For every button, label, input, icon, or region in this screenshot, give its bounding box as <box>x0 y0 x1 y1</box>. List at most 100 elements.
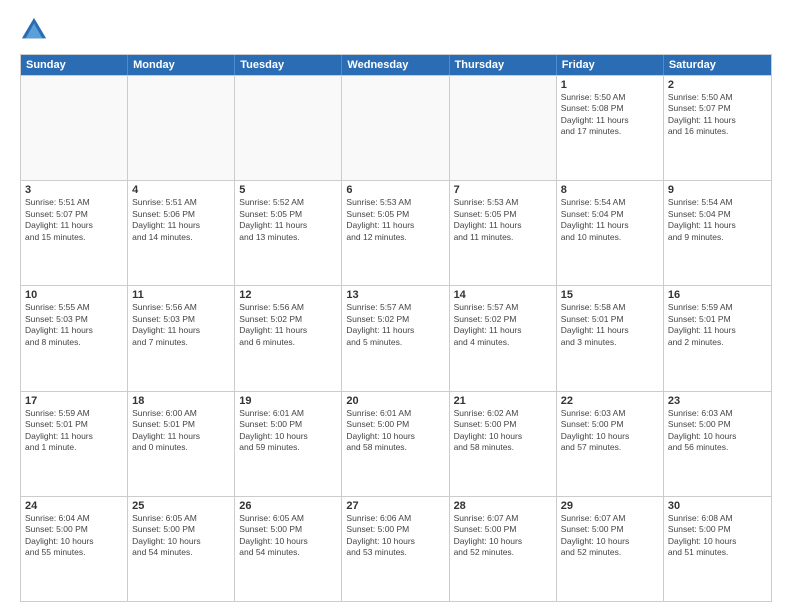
day-info: Sunrise: 6:06 AM Sunset: 5:00 PM Dayligh… <box>346 513 444 559</box>
cal-cell: 12Sunrise: 5:56 AM Sunset: 5:02 PM Dayli… <box>235 286 342 390</box>
day-info: Sunrise: 6:05 AM Sunset: 5:00 PM Dayligh… <box>239 513 337 559</box>
day-info: Sunrise: 6:04 AM Sunset: 5:00 PM Dayligh… <box>25 513 123 559</box>
cal-cell: 25Sunrise: 6:05 AM Sunset: 5:00 PM Dayli… <box>128 497 235 601</box>
day-number: 18 <box>132 395 230 407</box>
day-info: Sunrise: 5:56 AM Sunset: 5:03 PM Dayligh… <box>132 302 230 348</box>
cal-cell: 29Sunrise: 6:07 AM Sunset: 5:00 PM Dayli… <box>557 497 664 601</box>
day-number: 2 <box>668 79 767 91</box>
cal-header-thursday: Thursday <box>450 55 557 75</box>
day-info: Sunrise: 5:54 AM Sunset: 5:04 PM Dayligh… <box>668 197 767 243</box>
day-number: 29 <box>561 500 659 512</box>
cal-week-1: 1Sunrise: 5:50 AM Sunset: 5:08 PM Daylig… <box>21 75 771 180</box>
cal-cell <box>342 76 449 180</box>
cal-week-5: 24Sunrise: 6:04 AM Sunset: 5:00 PM Dayli… <box>21 496 771 601</box>
day-number: 4 <box>132 184 230 196</box>
page: SundayMondayTuesdayWednesdayThursdayFrid… <box>0 0 792 612</box>
cal-cell: 27Sunrise: 6:06 AM Sunset: 5:00 PM Dayli… <box>342 497 449 601</box>
day-number: 25 <box>132 500 230 512</box>
day-info: Sunrise: 6:02 AM Sunset: 5:00 PM Dayligh… <box>454 408 552 454</box>
day-number: 10 <box>25 289 123 301</box>
cal-header-friday: Friday <box>557 55 664 75</box>
calendar-body: 1Sunrise: 5:50 AM Sunset: 5:08 PM Daylig… <box>21 75 771 601</box>
cal-cell: 21Sunrise: 6:02 AM Sunset: 5:00 PM Dayli… <box>450 392 557 496</box>
day-info: Sunrise: 5:57 AM Sunset: 5:02 PM Dayligh… <box>454 302 552 348</box>
cal-cell: 30Sunrise: 6:08 AM Sunset: 5:00 PM Dayli… <box>664 497 771 601</box>
cal-cell: 24Sunrise: 6:04 AM Sunset: 5:00 PM Dayli… <box>21 497 128 601</box>
calendar-header-row: SundayMondayTuesdayWednesdayThursdayFrid… <box>21 55 771 75</box>
cal-cell: 13Sunrise: 5:57 AM Sunset: 5:02 PM Dayli… <box>342 286 449 390</box>
cal-cell: 28Sunrise: 6:07 AM Sunset: 5:00 PM Dayli… <box>450 497 557 601</box>
day-info: Sunrise: 5:59 AM Sunset: 5:01 PM Dayligh… <box>25 408 123 454</box>
day-number: 11 <box>132 289 230 301</box>
day-number: 17 <box>25 395 123 407</box>
day-number: 13 <box>346 289 444 301</box>
day-info: Sunrise: 5:54 AM Sunset: 5:04 PM Dayligh… <box>561 197 659 243</box>
cal-cell: 7Sunrise: 5:53 AM Sunset: 5:05 PM Daylig… <box>450 181 557 285</box>
day-number: 14 <box>454 289 552 301</box>
day-info: Sunrise: 6:03 AM Sunset: 5:00 PM Dayligh… <box>668 408 767 454</box>
cal-cell: 4Sunrise: 5:51 AM Sunset: 5:06 PM Daylig… <box>128 181 235 285</box>
cal-cell: 14Sunrise: 5:57 AM Sunset: 5:02 PM Dayli… <box>450 286 557 390</box>
day-info: Sunrise: 6:07 AM Sunset: 5:00 PM Dayligh… <box>561 513 659 559</box>
cal-cell: 5Sunrise: 5:52 AM Sunset: 5:05 PM Daylig… <box>235 181 342 285</box>
day-number: 3 <box>25 184 123 196</box>
day-info: Sunrise: 5:57 AM Sunset: 5:02 PM Dayligh… <box>346 302 444 348</box>
cal-cell: 10Sunrise: 5:55 AM Sunset: 5:03 PM Dayli… <box>21 286 128 390</box>
cal-cell: 22Sunrise: 6:03 AM Sunset: 5:00 PM Dayli… <box>557 392 664 496</box>
day-info: Sunrise: 5:50 AM Sunset: 5:07 PM Dayligh… <box>668 92 767 138</box>
cal-cell: 18Sunrise: 6:00 AM Sunset: 5:01 PM Dayli… <box>128 392 235 496</box>
day-info: Sunrise: 5:56 AM Sunset: 5:02 PM Dayligh… <box>239 302 337 348</box>
cal-header-saturday: Saturday <box>664 55 771 75</box>
day-number: 20 <box>346 395 444 407</box>
cal-cell <box>21 76 128 180</box>
cal-cell: 26Sunrise: 6:05 AM Sunset: 5:00 PM Dayli… <box>235 497 342 601</box>
day-number: 1 <box>561 79 659 91</box>
cal-week-2: 3Sunrise: 5:51 AM Sunset: 5:07 PM Daylig… <box>21 180 771 285</box>
day-info: Sunrise: 5:50 AM Sunset: 5:08 PM Dayligh… <box>561 92 659 138</box>
cal-cell <box>235 76 342 180</box>
cal-cell: 11Sunrise: 5:56 AM Sunset: 5:03 PM Dayli… <box>128 286 235 390</box>
cal-cell <box>128 76 235 180</box>
day-info: Sunrise: 6:01 AM Sunset: 5:00 PM Dayligh… <box>239 408 337 454</box>
cal-cell: 3Sunrise: 5:51 AM Sunset: 5:07 PM Daylig… <box>21 181 128 285</box>
day-number: 5 <box>239 184 337 196</box>
day-number: 21 <box>454 395 552 407</box>
cal-cell: 9Sunrise: 5:54 AM Sunset: 5:04 PM Daylig… <box>664 181 771 285</box>
day-number: 22 <box>561 395 659 407</box>
day-info: Sunrise: 6:08 AM Sunset: 5:00 PM Dayligh… <box>668 513 767 559</box>
day-info: Sunrise: 5:53 AM Sunset: 5:05 PM Dayligh… <box>454 197 552 243</box>
day-number: 9 <box>668 184 767 196</box>
logo <box>20 16 52 44</box>
day-number: 7 <box>454 184 552 196</box>
cal-header-tuesday: Tuesday <box>235 55 342 75</box>
day-number: 16 <box>668 289 767 301</box>
cal-cell <box>450 76 557 180</box>
day-number: 6 <box>346 184 444 196</box>
header <box>20 16 772 44</box>
day-number: 30 <box>668 500 767 512</box>
day-info: Sunrise: 5:52 AM Sunset: 5:05 PM Dayligh… <box>239 197 337 243</box>
day-info: Sunrise: 5:55 AM Sunset: 5:03 PM Dayligh… <box>25 302 123 348</box>
cal-cell: 6Sunrise: 5:53 AM Sunset: 5:05 PM Daylig… <box>342 181 449 285</box>
day-info: Sunrise: 6:01 AM Sunset: 5:00 PM Dayligh… <box>346 408 444 454</box>
cal-cell: 16Sunrise: 5:59 AM Sunset: 5:01 PM Dayli… <box>664 286 771 390</box>
calendar: SundayMondayTuesdayWednesdayThursdayFrid… <box>20 54 772 602</box>
cal-cell: 23Sunrise: 6:03 AM Sunset: 5:00 PM Dayli… <box>664 392 771 496</box>
day-info: Sunrise: 5:59 AM Sunset: 5:01 PM Dayligh… <box>668 302 767 348</box>
cal-cell: 2Sunrise: 5:50 AM Sunset: 5:07 PM Daylig… <box>664 76 771 180</box>
day-info: Sunrise: 5:51 AM Sunset: 5:07 PM Dayligh… <box>25 197 123 243</box>
day-number: 15 <box>561 289 659 301</box>
cal-cell: 8Sunrise: 5:54 AM Sunset: 5:04 PM Daylig… <box>557 181 664 285</box>
day-number: 27 <box>346 500 444 512</box>
cal-header-sunday: Sunday <box>21 55 128 75</box>
cal-cell: 15Sunrise: 5:58 AM Sunset: 5:01 PM Dayli… <box>557 286 664 390</box>
day-number: 8 <box>561 184 659 196</box>
cal-week-3: 10Sunrise: 5:55 AM Sunset: 5:03 PM Dayli… <box>21 285 771 390</box>
day-info: Sunrise: 5:53 AM Sunset: 5:05 PM Dayligh… <box>346 197 444 243</box>
day-info: Sunrise: 6:07 AM Sunset: 5:00 PM Dayligh… <box>454 513 552 559</box>
day-number: 28 <box>454 500 552 512</box>
cal-week-4: 17Sunrise: 5:59 AM Sunset: 5:01 PM Dayli… <box>21 391 771 496</box>
cal-cell: 17Sunrise: 5:59 AM Sunset: 5:01 PM Dayli… <box>21 392 128 496</box>
day-number: 23 <box>668 395 767 407</box>
day-number: 19 <box>239 395 337 407</box>
